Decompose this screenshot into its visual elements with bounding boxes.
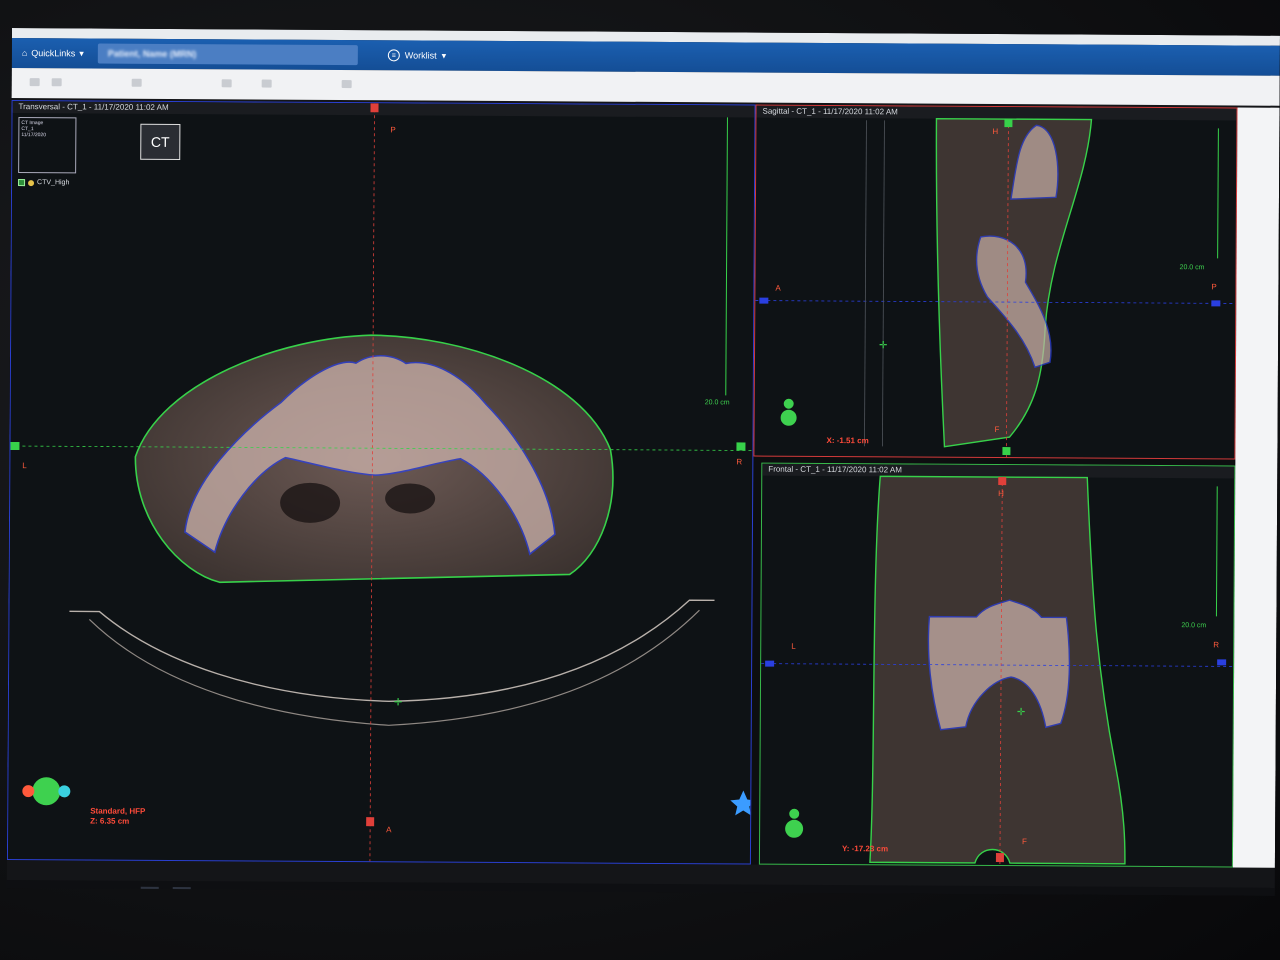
orient-left: L [791,641,796,651]
structure-color-icon [28,179,35,186]
monitor-photo: ⌂ QuickLinks ▾ Patient, Name (MRN) ≡ Wor… [0,0,1280,960]
crosshair-handle[interactable] [10,441,20,451]
tool-icon[interactable] [341,80,352,89]
worklist-button[interactable]: ≡ Worklist ▾ [387,49,447,62]
transversal-image: ✛ [10,103,756,864]
readout-line: Standard, HFP [90,806,146,816]
crosshair-handle[interactable] [995,853,1004,863]
chevron-down-icon: ▾ [79,47,84,58]
viewport-area: Transversal - CT_1 - 11/17/2020 11:02 AM [6,99,1280,868]
crosshair-handle[interactable] [736,442,746,451]
crosshair-handle[interactable] [1004,119,1013,128]
thumb-line: 11/17/2020 [21,132,47,139]
frontal-image: ✛ [761,475,1236,868]
svg-text:✛: ✛ [1017,707,1025,718]
couch-top [69,599,715,703]
structure-label: CTV_High [37,179,70,187]
taskbar: ⊞ ⌕ ❐ ⚙ ✺ ● [6,879,1275,896]
structure-row[interactable]: CTV_High [18,179,69,186]
patient-name: Patient, Name (MRN) [107,48,197,60]
scale-label: 20.0 cm [1181,622,1207,630]
crosshair-handle[interactable] [1002,447,1011,456]
bowel-gas [280,482,341,523]
readout-line: Z: 6.35 cm [90,816,130,826]
crosshair-handle[interactable] [765,660,775,667]
transversal-readout: Standard, HFP Z: 6.35 cm [90,806,145,826]
guide-line [864,120,867,447]
chevron-down-icon: ▾ [441,50,447,61]
orient-top: H [998,489,1004,499]
worklist-icon: ≡ [387,49,400,62]
orient-left: L [22,461,27,471]
ct-modality-badge[interactable]: CT [140,123,181,161]
orientation-figure [32,777,61,806]
quicklinks-label: QuickLinks [31,48,76,59]
tool-icon[interactable] [261,79,272,88]
guide-line [882,120,885,447]
scale-label: 20.0 cm [704,399,730,407]
scale-bar [1217,128,1219,259]
windows-start-icon[interactable]: ⊞ [13,886,31,896]
orient-right: R [1213,640,1220,650]
orient-bottom: A [386,825,392,835]
favorite-star-icon[interactable] [730,790,756,816]
home-icon: ⌂ [21,48,28,59]
toolbar [11,67,1280,106]
right-side-panel [1232,107,1280,868]
scale-label: 20.0 cm [1179,264,1205,272]
transversal-viewport[interactable]: Transversal - CT_1 - 11/17/2020 11:02 AM [6,99,756,865]
scale-bar [725,117,728,396]
orient-right: R [736,457,743,467]
app-icon[interactable]: ● [172,886,191,896]
scale-bar [1215,486,1218,617]
orient-right: P [1211,282,1217,292]
couch-bottom [88,609,700,726]
tool-icon[interactable] [51,78,62,87]
orientation-figure [785,819,804,838]
crosshair-handle[interactable] [998,477,1007,486]
screen: ⌂ QuickLinks ▾ Patient, Name (MRN) ≡ Wor… [6,28,1280,896]
crosshair-handle[interactable] [1217,659,1227,666]
sagittal-readout: X: -1.51 cm [826,435,869,446]
task-view-icon[interactable]: ❐ [77,886,95,895]
patient-tab[interactable]: Patient, Name (MRN) [97,43,358,66]
ct-thumbnail[interactable]: CT Image CT_1 11/17/2020 [18,117,77,174]
worklist-label: Worklist [404,50,437,61]
orient-top: P [390,125,396,135]
tool-icon[interactable] [29,78,40,87]
svg-text:✛: ✛ [394,697,402,708]
crosshair-handle[interactable] [370,103,379,113]
search-icon[interactable]: ⌕ [45,886,63,896]
crosshair-handle[interactable] [759,297,769,304]
home-button[interactable]: ⌂ QuickLinks ▾ [12,38,94,69]
app-icon[interactable]: ✺ [140,886,159,896]
orient-bottom: F [1022,837,1027,847]
orient-bottom: F [994,425,1000,435]
frontal-viewport[interactable]: Frontal - CT_1 - 11/17/2020 11:02 AM ✛ H [758,462,1236,868]
orient-top: H [992,126,999,137]
frontal-readout: Y: -17.23 cm [841,844,889,854]
crosshair-handle[interactable] [366,817,375,827]
settings-gear-icon[interactable]: ⚙ [109,887,127,896]
orientation-figure [780,409,797,426]
tool-icon[interactable] [131,78,142,87]
svg-text:✛: ✛ [879,340,887,351]
sagittal-viewport[interactable]: Sagittal - CT_1 - 11/17/2020 11:02 AM ✛ [753,104,1238,460]
sagittal-image: ✛ [755,117,1238,460]
tool-icon[interactable] [221,79,232,88]
orient-left: A [775,283,781,293]
crosshair-handle[interactable] [1211,300,1221,307]
checkbox[interactable] [18,179,26,187]
